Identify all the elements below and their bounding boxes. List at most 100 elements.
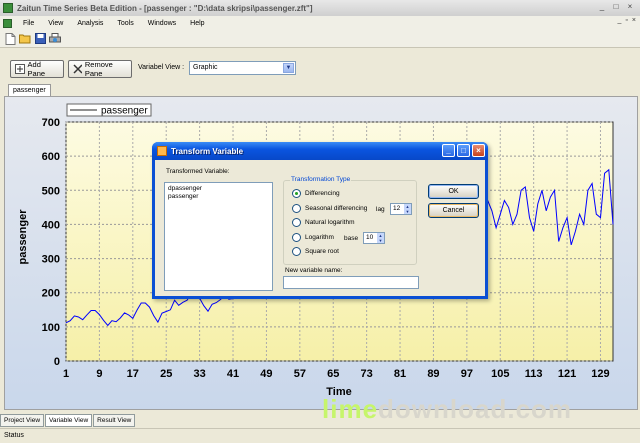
list-item[interactable]: passenger xyxy=(168,193,269,201)
y-axis-label: passenger xyxy=(17,209,29,265)
tab-passenger[interactable]: passenger xyxy=(8,84,51,96)
tab-project-view[interactable]: Project View xyxy=(0,414,45,427)
pane-toolbar: Add Pane Remove Pane Variabel View : Gra… xyxy=(0,49,640,85)
x-tick-label: 1 xyxy=(63,368,69,380)
square-root-option[interactable]: Square root xyxy=(292,247,339,256)
dialog-close-button[interactable]: × xyxy=(472,144,485,157)
dialog-title: Transform Variable xyxy=(171,146,244,156)
y-tick-label: 600 xyxy=(42,151,60,163)
logarithm-label: Logarithm xyxy=(305,234,334,241)
x-tick-label: 73 xyxy=(361,368,373,380)
x-tick-label: 17 xyxy=(127,368,139,380)
list-item[interactable]: dpassenger xyxy=(168,185,269,193)
remove-pane-button[interactable]: Remove Pane xyxy=(68,60,132,78)
dialog-title-bar: Transform Variable _ □ × xyxy=(152,142,488,160)
app-icon xyxy=(3,3,13,13)
transformation-type-group: Transformation Type Differencing Seasona… xyxy=(283,176,417,265)
document-icon[interactable] xyxy=(3,18,12,28)
dialog-app-icon xyxy=(157,146,167,156)
cancel-button[interactable]: Cancel xyxy=(428,203,479,218)
logarithm-option[interactable]: Logarithm xyxy=(292,233,334,242)
transform-variable-dialog: Transform Variable _ □ × Transformed Var… xyxy=(152,142,488,299)
open-icon[interactable] xyxy=(19,33,31,45)
dialog-minimize-button[interactable]: _ xyxy=(442,144,455,157)
menu-analysis[interactable]: Analysis xyxy=(70,20,110,27)
watermark-lime: lime xyxy=(322,394,379,424)
logarithm-radio[interactable] xyxy=(292,233,301,242)
y-tick-label: 400 xyxy=(42,219,60,231)
x-tick-label: 129 xyxy=(591,368,609,380)
differencing-radio[interactable] xyxy=(292,189,301,198)
y-tick-label: 300 xyxy=(42,254,60,266)
save-icon[interactable] xyxy=(34,33,46,45)
base-spinner[interactable]: 10 ▲ ▼ xyxy=(363,232,385,244)
add-pane-label: Add Pane xyxy=(27,60,46,78)
natural-logarithm-radio[interactable] xyxy=(292,218,301,227)
chevron-down-icon[interactable]: ▼ xyxy=(283,63,294,73)
new-icon[interactable] xyxy=(4,32,16,45)
transformation-type-title: Transformation Type xyxy=(290,176,352,183)
x-tick-label: 41 xyxy=(227,368,239,380)
menu-help[interactable]: Help xyxy=(183,20,211,27)
y-tick-label: 100 xyxy=(42,322,60,334)
mdi-close-button[interactable]: × xyxy=(632,17,636,24)
x-tick-label: 65 xyxy=(327,368,339,380)
x-tick-label: 113 xyxy=(525,368,543,380)
watermark-logo: limedownload.com xyxy=(322,394,572,425)
menu-bar: File View Analysis Tools Windows Help _ … xyxy=(0,16,640,30)
variable-view-select[interactable]: Graphic ▼ xyxy=(189,61,296,75)
status-bar: Status xyxy=(0,428,640,443)
new-variable-name-input[interactable] xyxy=(283,276,419,289)
spinner-arrows-icon[interactable]: ▲ ▼ xyxy=(377,233,384,243)
mdi-minimize-button[interactable]: _ xyxy=(618,17,622,24)
menu-tools[interactable]: Tools xyxy=(110,20,140,27)
differencing-option[interactable]: Differencing xyxy=(292,189,340,198)
print-icon[interactable] xyxy=(49,33,61,45)
differencing-label: Differencing xyxy=(305,190,340,197)
y-tick-label: 700 xyxy=(42,117,60,129)
lag-label: lag xyxy=(376,206,385,213)
tab-variable-view[interactable]: Variable View xyxy=(45,414,93,427)
variable-view-value: Graphic xyxy=(193,64,218,71)
spinner-arrows-icon[interactable]: ▲ ▼ xyxy=(404,204,411,214)
dialog-maximize-button[interactable]: □ xyxy=(457,144,470,157)
new-variable-name-label: New variable name: xyxy=(285,267,343,274)
add-pane-button[interactable]: Add Pane xyxy=(10,60,64,78)
transformed-variable-label: Transformed Variable: xyxy=(166,168,230,175)
window-title: Zaitun Time Series Beta Edition - [passe… xyxy=(17,3,313,13)
x-tick-label: 9 xyxy=(96,368,102,380)
square-root-label: Square root xyxy=(305,248,339,255)
menu-file[interactable]: File xyxy=(16,20,41,27)
close-button[interactable]: × xyxy=(624,2,636,13)
x-tick-label: 121 xyxy=(558,368,576,380)
x-tick-label: 57 xyxy=(294,368,306,380)
lag-spinner[interactable]: 12 ▲ ▼ xyxy=(390,203,412,215)
minimize-button[interactable]: _ xyxy=(596,2,608,13)
transformed-variable-list[interactable]: dpassenger passenger xyxy=(164,182,273,291)
remove-pane-label: Remove Pane xyxy=(84,60,113,78)
seasonal-differencing-radio[interactable] xyxy=(292,204,301,213)
lag-value: 12 xyxy=(393,205,401,212)
menu-windows[interactable]: Windows xyxy=(141,20,183,27)
x-tick-label: 49 xyxy=(260,368,272,380)
toolbar xyxy=(0,30,640,48)
mdi-restore-button[interactable]: ▫ xyxy=(625,17,627,24)
add-pane-icon xyxy=(15,64,25,74)
x-tick-label: 89 xyxy=(427,368,439,380)
maximize-button[interactable]: □ xyxy=(610,2,622,13)
y-tick-label: 200 xyxy=(42,288,60,300)
variable-view-label: Variabel View : xyxy=(138,64,185,71)
y-tick-label: 500 xyxy=(42,185,60,197)
seasonal-differencing-option[interactable]: Seasonal differencing xyxy=(292,204,367,213)
legend-label: passenger xyxy=(101,106,148,117)
chart-legend: passenger xyxy=(66,103,152,117)
x-tick-label: 105 xyxy=(491,368,509,380)
x-tick-label: 81 xyxy=(394,368,406,380)
natural-logarithm-option[interactable]: Natural logarithm xyxy=(292,218,355,227)
ok-button[interactable]: OK xyxy=(428,184,479,199)
tab-result-view[interactable]: Result View xyxy=(93,414,136,427)
menu-view[interactable]: View xyxy=(41,20,70,27)
natural-logarithm-label: Natural logarithm xyxy=(305,219,355,226)
square-root-radio[interactable] xyxy=(292,247,301,256)
y-tick-label: 0 xyxy=(54,356,60,368)
